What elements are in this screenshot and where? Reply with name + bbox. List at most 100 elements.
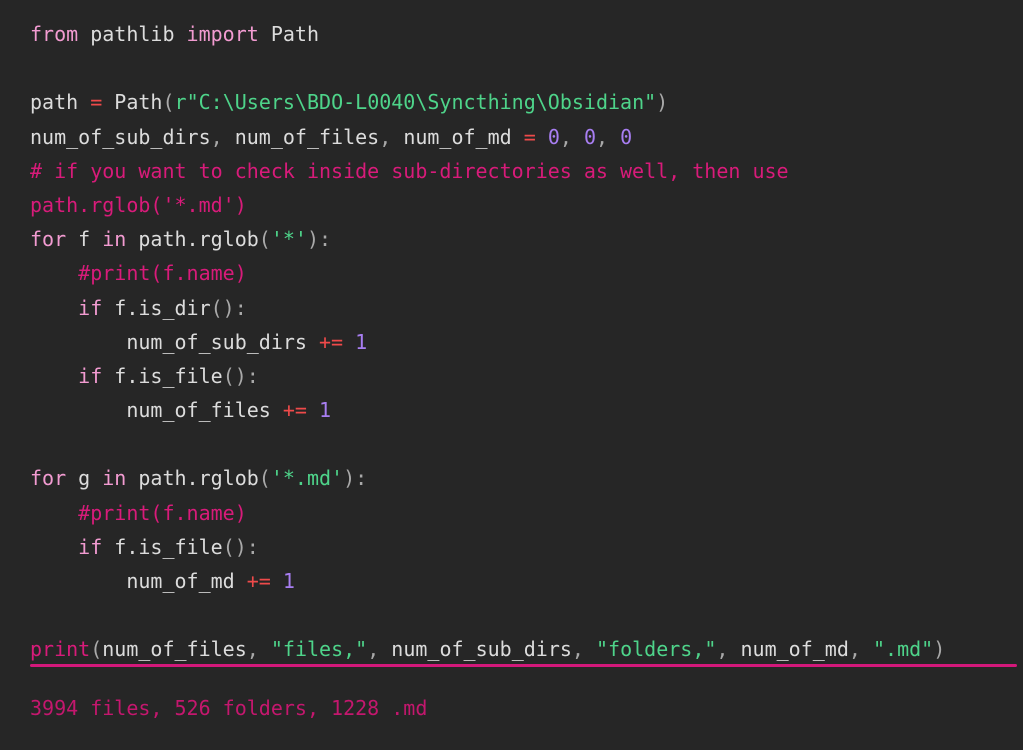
code-token-punctuation: (): [222, 534, 259, 559]
code-token-keyword: from [30, 22, 79, 46]
code-token-punctuation: ) [933, 637, 946, 662]
code-token-string: ".md" [872, 637, 934, 662]
code-token-identifier: num_of_files [30, 398, 283, 423]
code-token-number: 0 [547, 124, 560, 149]
code-token-punctuation: , [716, 637, 741, 662]
code-token-identifier: num_of_sub_dirs [30, 124, 211, 149]
code-token-identifier: path [30, 90, 91, 115]
code-token-operator: = [523, 124, 536, 149]
code-token-punctuation: ( [162, 90, 175, 115]
code-line: #print(f.name) [30, 256, 1015, 290]
code-token-identifier: Path [102, 90, 163, 115]
code-token-operator: += [318, 329, 344, 354]
code-token-punctuation: , [246, 637, 271, 662]
code-token-identifier [271, 569, 283, 593]
code-line: num_of_sub_dirs += 1 [30, 325, 1015, 359]
code-token-identifier: pathlib [78, 22, 187, 46]
code-token-operator: = [90, 90, 103, 115]
code-line: print(num_of_files, "files,", num_of_sub… [30, 632, 1015, 666]
code-token-punctuation: (): [222, 363, 259, 388]
code-token-keyword: import [186, 22, 259, 46]
code-token-identifier: num_of_files [102, 637, 247, 662]
code-block[interactable]: from pathlib import Path path = Path(r"C… [30, 17, 1015, 667]
code-token-identifier: f [66, 227, 103, 252]
code-token-punctuation: , [210, 124, 235, 149]
code-token-punctuation: ): [343, 466, 368, 491]
code-token-punctuation: , [559, 124, 584, 149]
code-line: if f.is_file(): [30, 530, 1015, 564]
code-token-number: 0 [583, 124, 597, 149]
code-line: #print(f.name) [30, 496, 1015, 530]
code-line: # if you want to check inside sub-direct… [30, 154, 1015, 188]
code-token-keyword: if [78, 295, 103, 320]
code-token-identifier [307, 398, 319, 422]
code-token-identifier: num_of_md [30, 569, 247, 593]
code-token-identifier: num_of_sub_dirs [391, 637, 572, 662]
code-token-punctuation: , [596, 124, 621, 149]
code-token-identifier [536, 125, 548, 149]
code-token-number: 1 [355, 329, 368, 354]
code-token-punctuation: ( [258, 466, 271, 491]
code-token-comment: #print(f.name) [78, 261, 247, 286]
code-token-identifier [30, 364, 78, 388]
code-token-keyword: if [78, 534, 103, 559]
code-token-identifier [30, 296, 78, 320]
code-token-identifier [30, 261, 78, 285]
code-line: if f.is_file(): [30, 359, 1015, 393]
code-token-identifier [30, 535, 78, 559]
code-token-comment: path.rglob('*.md') [30, 192, 247, 217]
code-token-identifier: f.is_file [102, 363, 223, 388]
code-line: path.rglob('*.md') [30, 188, 1015, 222]
code-token-punctuation: ( [258, 227, 271, 252]
code-token-identifier: num_of_sub_dirs [30, 329, 319, 354]
code-token-identifier: f.is_dir [102, 295, 211, 320]
code-line: if f.is_dir(): [30, 291, 1015, 325]
code-line: num_of_files += 1 [30, 393, 1015, 427]
code-token-operator: += [246, 569, 271, 593]
code-token-keyword: in [102, 466, 127, 491]
code-token-keyword: for [30, 466, 67, 491]
code-token-operator: += [282, 398, 307, 423]
code-token-identifier: Path [258, 22, 320, 46]
code-token-identifier: path.rglob [126, 227, 259, 252]
code-token-punctuation: ( [90, 637, 103, 662]
code-token-identifier: num_of_files [234, 124, 380, 149]
code-token-number: 1 [319, 398, 332, 423]
code-token-comment: # if you want to check inside sub-direct… [30, 158, 789, 183]
code-line: num_of_sub_dirs, num_of_files, num_of_md… [30, 120, 1015, 154]
code-token-comment: #print(f.name) [78, 500, 247, 525]
code-token-punctuation: ) [656, 90, 669, 115]
code-token-string: "folders," [596, 637, 717, 662]
code-token-identifier: g [66, 466, 103, 491]
code-token-identifier: path.rglob [126, 466, 259, 491]
code-token-identifier: num_of_md [740, 637, 849, 662]
code-token-number: 0 [620, 124, 633, 149]
code-token-identifier [343, 330, 355, 354]
output-divider [30, 664, 1017, 667]
code-token-number: 1 [282, 569, 295, 593]
code-token-punctuation: , [379, 124, 404, 149]
code-line: for g in path.rglob('*.md'): [30, 461, 1015, 495]
code-token-punctuation: ): [306, 227, 332, 252]
code-line: for f in path.rglob('*'): [30, 222, 1015, 256]
code-token-function: print [30, 637, 91, 662]
code-line: from pathlib import Path [30, 17, 1015, 51]
code-token-punctuation: , [848, 637, 873, 662]
code-token-string: '*' [270, 227, 307, 252]
code-token-keyword: in [102, 227, 127, 252]
code-editor: from pathlib import Path path = Path(r"C… [0, 0, 1023, 750]
code-token-punctuation: , [571, 637, 596, 662]
code-line: num_of_md += 1 [30, 564, 1015, 598]
code-token-identifier [30, 501, 78, 525]
output-text: 3994 files, 526 folders, 1228 .md [30, 696, 428, 720]
code-token-keyword: for [30, 227, 67, 252]
code-token-string: r"C:\Users\BDO-L0040\Syncthing\Obsidian" [174, 90, 657, 115]
code-token-string: "files," [270, 637, 368, 662]
code-token-punctuation: , [367, 637, 392, 662]
code-token-punctuation: (): [210, 295, 247, 320]
code-line: path = Path(r"C:\Users\BDO-L0040\Syncthi… [30, 85, 1015, 119]
code-token-identifier: num_of_md [403, 124, 524, 149]
